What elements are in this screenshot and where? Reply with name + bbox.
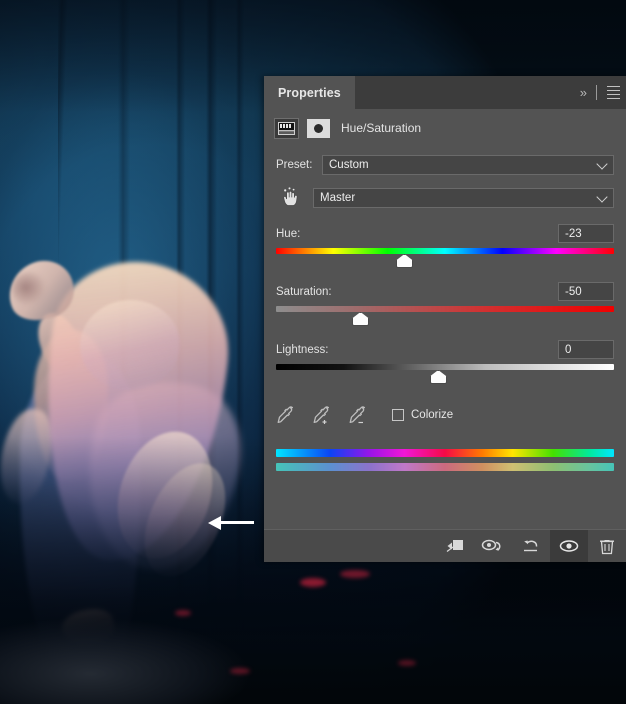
spectrum-bar-result[interactable] [276,463,614,471]
clip-to-layer-button[interactable] [436,530,474,562]
saturation-value-input[interactable]: -50 [558,282,614,301]
lightness-label: Lightness: [276,344,328,356]
colorize-label: Colorize [411,409,453,421]
targeted-adjustment-hand-icon[interactable] [276,185,306,211]
panel-tab-bar: Properties » [264,76,626,109]
hue-slider-handle[interactable] [396,254,413,268]
preset-label: Preset: [276,159,322,171]
lightness-track [276,364,614,370]
lightness-slider-header: Lightness: 0 [276,340,614,359]
background-rock-ground [0,584,626,704]
arrow-head [208,516,221,530]
chevron-down-icon [596,158,607,169]
hue-slider-block: Hue: -23 [276,224,614,269]
spectrum-bars [276,449,614,471]
tab-properties-label: Properties [278,86,341,100]
preset-select[interactable]: Custom [322,155,614,175]
lightness-slider-handle[interactable] [430,370,447,384]
eyedropper-add-icon[interactable] [312,403,334,427]
ember-spark [398,660,416,666]
colorize-checkbox[interactable] [392,409,404,421]
hue-value-input[interactable]: -23 [558,224,614,243]
saturation-track [276,306,614,312]
hue-value: -23 [565,228,582,240]
panel-footer-toolbar [264,529,626,562]
panel-body: Preset: Custom Master [264,147,626,471]
eyedropper-subtract-icon[interactable] [348,403,370,427]
hue-label: Hue: [276,228,300,240]
hue-slider-header: Hue: -23 [276,224,614,243]
spectrum-bar-source[interactable] [276,449,614,457]
saturation-slider-block: Saturation: -50 [276,282,614,327]
eyedropper-sample-icon[interactable] [276,403,298,427]
tab-properties[interactable]: Properties [264,76,355,109]
channel-row: Master [276,175,614,211]
ember-spark [175,610,191,616]
lightness-slider[interactable] [276,364,614,385]
layer-mask-thumbnail-icon[interactable] [306,118,331,139]
hue-track [276,248,614,254]
properties-panel: Properties » Hue/Saturatio [264,76,626,562]
colorize-option[interactable]: Colorize [392,409,453,421]
double-chevron-right-icon[interactable]: » [577,86,588,99]
saturation-label: Saturation: [276,286,332,298]
arrow-annotation [208,515,254,531]
adjustment-header-row: Hue/Saturation [264,109,626,147]
saturation-slider-header: Saturation: -50 [276,282,614,301]
tab-bar-spacer [355,76,577,109]
hamburger-menu-icon[interactable] [605,86,622,100]
toggle-preview-before-after-button[interactable] [474,530,512,562]
adjustment-properties-icon[interactable] [274,118,299,139]
channel-value: Master [320,192,355,204]
channel-select[interactable]: Master [313,188,614,208]
toggle-layer-visibility-button[interactable] [550,530,588,562]
ember-spark [300,578,326,587]
eyedropper-row: Colorize [276,403,614,427]
lightness-value-input[interactable]: 0 [558,340,614,359]
saturation-slider[interactable] [276,306,614,327]
chevron-down-icon [596,191,607,202]
hue-slider[interactable] [276,248,614,269]
panel-header-controls: » [577,76,626,109]
preset-value: Custom [329,159,369,171]
adjustment-title: Hue/Saturation [338,121,421,135]
ember-spark [230,668,250,674]
reset-adjustment-button[interactable] [512,530,550,562]
preset-row: Preset: Custom [276,147,614,175]
lightness-value: 0 [565,344,571,356]
ember-spark [340,570,370,578]
header-divider [596,85,597,100]
arrow-shaft [218,521,254,524]
delete-adjustment-layer-button[interactable] [588,530,626,562]
saturation-value: -50 [565,286,582,298]
saturation-slider-handle[interactable] [352,312,369,326]
lightness-slider-block: Lightness: 0 [276,340,614,385]
